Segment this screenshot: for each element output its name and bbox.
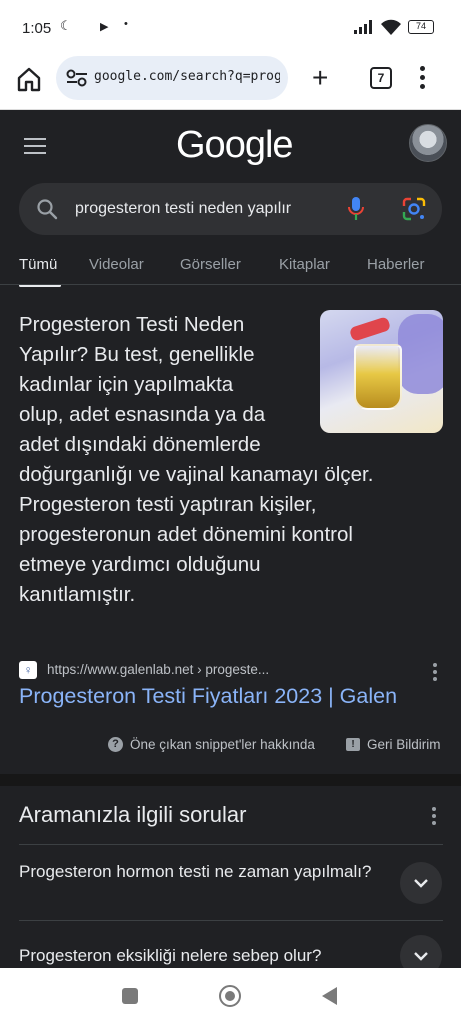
site-favicon-icon: ♀ — [19, 661, 37, 679]
snippet-thumbnail-image[interactable] — [320, 310, 443, 433]
snippet-highlight: doğurganlığı ve vajinal kanamayı ölçer — [19, 463, 368, 486]
expand-question-button[interactable] — [400, 935, 442, 968]
chevron-down-icon — [414, 879, 428, 888]
snippet-plain: olup, — [19, 403, 70, 426]
featured-snippet-text: Progesteron Testi Neden Yapılır? Bu test… — [19, 310, 314, 400]
tab-images[interactable]: Görseller — [180, 256, 241, 273]
feedback-icon[interactable]: ! — [346, 738, 360, 751]
chevron-down-icon — [414, 952, 428, 961]
result-title-link[interactable]: Progesteron Testi Fiyatları 2023 | Galen — [19, 684, 397, 709]
system-navigation-bar — [0, 968, 461, 1024]
search-box[interactable]: progesteron testi neden yapılır — [19, 183, 442, 235]
snippet-line: kanıtlamıştır. — [19, 583, 136, 606]
snippet-line: progesteronun adet dönemini kontrol — [19, 523, 353, 546]
status-time: 1:05 — [22, 20, 52, 37]
battery-icon: 74 — [408, 20, 434, 34]
new-tab-icon[interactable]: + — [312, 64, 328, 92]
search-icon — [37, 199, 58, 220]
search-tabs: Tümü Videolar Görseller Kitaplar Haberle… — [0, 256, 461, 287]
snippet-line: Progesteron Testi Neden — [19, 313, 245, 336]
result-source-row[interactable]: ♀ https://www.galenlab.net › progeste... — [19, 661, 449, 681]
home-button[interactable] — [219, 985, 241, 1007]
tab-videos[interactable]: Videolar — [89, 256, 144, 273]
snippet-highlight: adet dışındaki dönemlerde — [19, 433, 261, 456]
section-separator — [0, 774, 461, 786]
back-button[interactable] — [322, 987, 337, 1005]
tabs-divider — [0, 284, 461, 285]
help-icon[interactable]: ? — [108, 737, 123, 752]
tab-all[interactable]: Tümü — [19, 256, 57, 273]
url-text[interactable]: google.com/search?q=progesteron — [94, 69, 280, 84]
address-bar[interactable]: google.com/search?q=progesteron — [56, 56, 288, 100]
snippet-line: adet dışındaki dönemlerde — [19, 430, 449, 460]
related-more-options-icon[interactable] — [432, 807, 436, 828]
search-input[interactable]: progesteron testi neden yapılır — [75, 200, 327, 218]
divider — [19, 844, 443, 845]
expand-question-button[interactable] — [400, 862, 442, 904]
tab-news[interactable]: Haberler — [367, 256, 425, 273]
snippet-plain: . — [367, 463, 374, 486]
divider — [19, 920, 443, 921]
google-lens-icon[interactable] — [401, 196, 427, 222]
account-avatar[interactable] — [409, 124, 447, 162]
snippet-highlight: adet esnasında ya da — [69, 403, 266, 426]
tab-books[interactable]: Kitaplar — [279, 256, 330, 273]
related-question[interactable]: Progesteron eksikliği nelere sebep olur? — [19, 944, 379, 967]
status-bar: 1:05 ☾ ▶ • 74 — [0, 0, 461, 56]
result-url[interactable]: https://www.galenlab.net › progeste... — [47, 662, 269, 677]
do-not-disturb-icon: ☾ — [60, 18, 72, 33]
snippet-line: Progesteron testi yaptıran kişiler, — [19, 493, 317, 516]
hamburger-menu-icon[interactable] — [24, 138, 46, 159]
feedback-link[interactable]: Geri Bildirim — [367, 737, 441, 752]
result-more-options-icon[interactable] — [433, 663, 437, 684]
browser-menu-icon[interactable] — [420, 66, 426, 93]
snippet-line: doğurganlığı ve vajinal kanamayı ölçer. — [19, 460, 449, 490]
related-question[interactable]: Progesteron hormon testi ne zaman yapılm… — [19, 860, 379, 883]
google-logo[interactable]: Google — [176, 124, 294, 167]
signal-icon — [354, 20, 372, 34]
wifi-icon — [381, 19, 401, 35]
tab-switcher-button[interactable]: 7 — [370, 67, 392, 89]
recents-button[interactable] — [122, 988, 138, 1004]
snippet-line: Yapılır? Bu test, genellikle — [19, 343, 255, 366]
site-settings-icon[interactable] — [66, 69, 88, 87]
related-questions-title: Aramanızla ilgili sorular — [19, 802, 247, 827]
media-play-icon: ▶ — [100, 21, 109, 33]
snippet-footer: ? Öne çıkan snippet'ler hakkında ! Geri … — [0, 736, 461, 756]
about-snippets-link[interactable]: Öne çıkan snippet'ler hakkında — [130, 737, 315, 752]
notification-dot-icon: • — [124, 18, 128, 30]
voice-search-icon[interactable] — [347, 196, 365, 222]
home-icon[interactable] — [16, 66, 42, 92]
search-results-page: Google progesteron testi neden yapılır T… — [0, 110, 461, 968]
snippet-line: etmeye yardımcı olduğunu — [19, 553, 261, 576]
browser-toolbar: google.com/search?q=progesteron + 7 — [0, 56, 461, 110]
snippet-line: kadınlar için yapılmakta — [19, 373, 234, 396]
